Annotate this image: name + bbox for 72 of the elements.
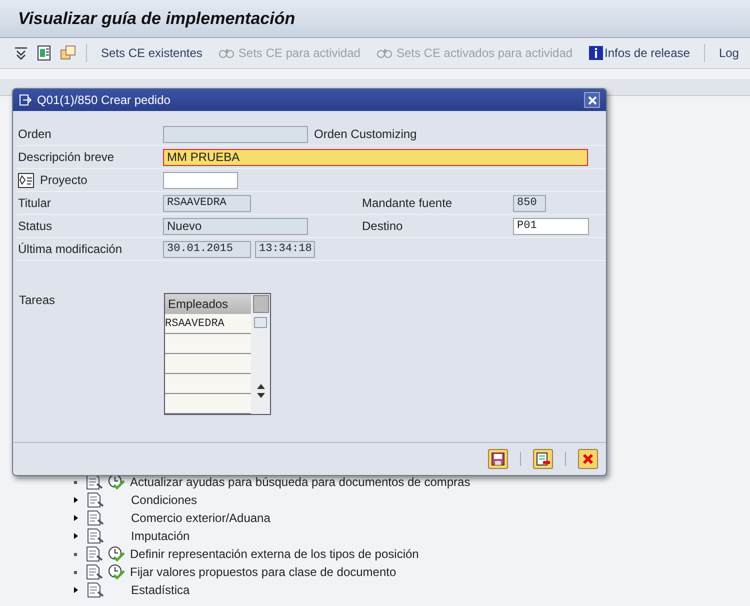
table-cell[interactable]: RSAAVEDRA — [165, 314, 251, 334]
dialog-title: Q01(1)/850 Crear pedido — [37, 93, 170, 107]
tree-item[interactable]: Fijar valores propuestos para clase de documento — [130, 565, 396, 579]
field-label: Destino — [362, 219, 404, 233]
scroll-down-icon[interactable] — [256, 393, 264, 398]
document-icon — [536, 452, 550, 466]
glasses-icon — [218, 47, 236, 59]
tree-item[interactable]: Condiciones — [131, 493, 198, 507]
close-icon — [582, 453, 594, 465]
document-icon[interactable] — [87, 582, 104, 598]
table-cell[interactable] — [165, 334, 251, 354]
input-field[interactable]: 850 — [513, 194, 546, 212]
field-label: Proyecto — [40, 173, 88, 187]
expand-icon[interactable] — [14, 46, 28, 60]
document-button[interactable] — [533, 449, 553, 469]
document-icon[interactable] — [86, 546, 103, 562]
expand-arrow-icon[interactable] — [74, 497, 78, 503]
project-icon[interactable] — [18, 172, 34, 188]
bullet-icon — [74, 552, 77, 556]
tree-item[interactable]: Estadística — [131, 583, 190, 597]
document-icon[interactable] — [86, 564, 103, 580]
close-button[interactable] — [584, 92, 600, 108]
input-field[interactable]: RSAAVEDRA — [163, 194, 251, 212]
table-cell[interactable] — [165, 374, 251, 394]
glasses-icon — [376, 47, 394, 59]
input-field[interactable]: P01 — [513, 218, 589, 234]
page-title: Visualizar guía de implementación — [18, 8, 296, 28]
field-label: Titular — [18, 196, 51, 210]
field-label: Descripción breve — [18, 150, 114, 164]
close-icon — [588, 96, 596, 104]
field-label: Orden — [18, 127, 52, 141]
input-field[interactable]: Nuevo — [163, 218, 308, 234]
toolbar-button[interactable]: Sets CE existentes — [97, 46, 206, 60]
field-label: Última modificación — [18, 242, 122, 256]
bullet-icon — [74, 570, 77, 574]
input-field[interactable]: 13:34:18 — [255, 240, 315, 258]
field-label: Mandante fuente — [362, 196, 454, 210]
table-cell[interactable] — [165, 354, 251, 374]
field-label: Tareas — [18, 293, 56, 309]
document-icon[interactable] — [36, 45, 52, 61]
input-field[interactable] — [163, 172, 238, 188]
dialog-icon — [19, 94, 32, 106]
copy-icon[interactable] — [60, 45, 76, 61]
input-field[interactable]: 30.01.2015 — [163, 240, 251, 258]
scroll-thumb[interactable] — [254, 317, 267, 328]
clock-check-icon[interactable] — [108, 546, 125, 562]
document-icon[interactable] — [87, 492, 104, 508]
toolbar-button[interactable]: Log — [714, 46, 743, 60]
expand-arrow-icon[interactable] — [74, 587, 78, 593]
scroll-up-icon[interactable] — [256, 384, 264, 389]
tree-item[interactable]: Comercio exterior/Aduana — [131, 511, 270, 525]
document-icon[interactable] — [86, 474, 103, 490]
save-button[interactable] — [488, 449, 508, 469]
document-icon[interactable] — [87, 510, 104, 526]
tree-item[interactable]: Actualizar ayudas para búsqueda para documentos de compras — [130, 475, 470, 489]
input-field[interactable] — [163, 126, 308, 142]
cancel-button[interactable] — [578, 449, 598, 469]
input-field[interactable]: MM PRUEBA — [163, 148, 588, 166]
column-settings-button[interactable] — [252, 295, 268, 313]
expand-arrow-icon[interactable] — [74, 533, 78, 539]
field-label: Status — [18, 219, 52, 233]
field-description: Orden Customizing — [314, 127, 417, 141]
clock-check-icon[interactable] — [108, 564, 125, 580]
document-icon[interactable] — [87, 528, 104, 544]
info-icon — [588, 46, 603, 60]
column-header[interactable]: Empleados — [165, 294, 251, 314]
tree-item[interactable]: Imputación — [131, 529, 190, 543]
tree-item[interactable]: Definir representación externa de los tipos de posición — [130, 547, 419, 561]
expand-arrow-icon[interactable] — [74, 515, 78, 521]
toolbar-button[interactable]: Infos de release — [584, 46, 694, 60]
bullet-icon — [74, 480, 77, 484]
table-cell[interactable] — [165, 394, 251, 414]
